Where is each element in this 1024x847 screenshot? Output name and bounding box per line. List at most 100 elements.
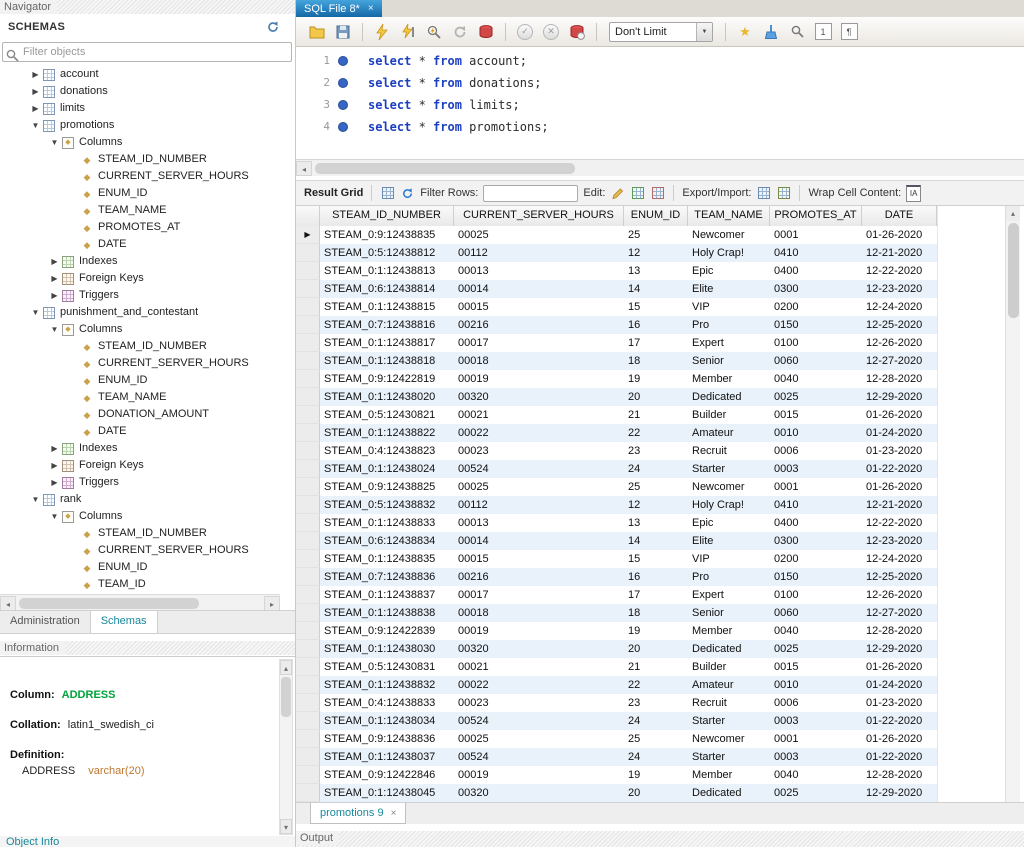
grid-cell[interactable]: 15 [624, 550, 688, 568]
grid-cell[interactable]: STEAM_0:1:12438835 [320, 550, 454, 568]
tree-item-current-server-hours[interactable]: ◆CURRENT_SERVER_HOURS [0, 355, 280, 372]
grid-cell[interactable]: 00014 [454, 280, 624, 298]
expand-arrow-icon[interactable]: ▶ [47, 253, 62, 270]
scrollbar-thumb[interactable] [1008, 223, 1019, 318]
row-header[interactable] [296, 442, 320, 460]
grid-cell[interactable]: 0400 [770, 262, 862, 280]
grid-cell[interactable]: 19 [624, 370, 688, 388]
grid-cell[interactable]: 12-22-2020 [862, 262, 937, 280]
tree-horizontal-scrollbar[interactable]: ◂ ▸ [0, 594, 280, 611]
export-recordset-icon[interactable] [756, 186, 771, 201]
row-header[interactable] [296, 712, 320, 730]
table-row[interactable]: STEAM_0:1:124388220002222Amateur001001-2… [296, 424, 937, 442]
grid-cell[interactable]: STEAM_0:5:12430831 [320, 658, 454, 676]
tree-item-columns[interactable]: ▼Columns [0, 134, 280, 151]
table-row[interactable]: STEAM_0:9:124228190001919Member004012-28… [296, 370, 937, 388]
grid-cell[interactable]: 19 [624, 622, 688, 640]
grid-cell[interactable]: 00017 [454, 334, 624, 352]
tree-item-enum-id[interactable]: ◆ENUM_ID [0, 372, 280, 389]
table-row[interactable]: STEAM_0:1:124380450032020Dedicated002512… [296, 784, 937, 802]
scrollbar-thumb[interactable] [315, 163, 575, 174]
execute-icon[interactable] [371, 21, 393, 43]
collapse-arrow-icon[interactable]: ▼ [28, 304, 43, 321]
wrap-cell-content-icon[interactable]: IA [906, 186, 921, 201]
tree-item-punishment-and-contestant[interactable]: ▼punishment_and_contestant [0, 304, 280, 321]
grid-cell[interactable]: 0001 [770, 226, 862, 244]
row-header[interactable] [296, 352, 320, 370]
grid-cell[interactable]: 0015 [770, 658, 862, 676]
grid-cell[interactable]: 0001 [770, 478, 862, 496]
grid-cell[interactable]: 12-26-2020 [862, 586, 937, 604]
tab-schemas[interactable]: Schemas [90, 611, 158, 633]
grid-cell[interactable]: 12-28-2020 [862, 622, 937, 640]
grid-cell[interactable]: 0025 [770, 784, 862, 802]
grid-cell[interactable]: 0025 [770, 388, 862, 406]
grid-cell[interactable]: 00320 [454, 640, 624, 658]
grid-cell[interactable]: 0040 [770, 766, 862, 784]
grid-cell[interactable]: 0060 [770, 352, 862, 370]
expand-arrow-icon[interactable]: ▶ [28, 100, 43, 117]
grid-cell[interactable]: 24 [624, 712, 688, 730]
close-icon[interactable]: × [391, 808, 397, 819]
grid-cell[interactable]: 01-26-2020 [862, 478, 937, 496]
grid-cell[interactable]: 00023 [454, 442, 624, 460]
collapse-arrow-icon[interactable]: ▼ [47, 134, 62, 151]
grid-cell[interactable]: 0040 [770, 370, 862, 388]
grid-cell[interactable]: STEAM_0:1:12438837 [320, 586, 454, 604]
tree-item-enum-id[interactable]: ◆ENUM_ID [0, 185, 280, 202]
grid-cell[interactable]: STEAM_0:1:12438813 [320, 262, 454, 280]
grid-column-header[interactable]: CURRENT_SERVER_HOURS [454, 206, 624, 226]
row-header[interactable] [296, 532, 320, 550]
expand-arrow-icon[interactable]: ▶ [47, 440, 62, 457]
tree-item-foreign-keys[interactable]: ▶Foreign Keys [0, 270, 280, 287]
grid-cell[interactable]: STEAM_0:1:12438815 [320, 298, 454, 316]
grid-cell[interactable]: 00025 [454, 226, 624, 244]
grid-cell[interactable]: 00112 [454, 244, 624, 262]
grid-cell[interactable]: 21 [624, 406, 688, 424]
grid-cell[interactable]: 01-26-2020 [862, 406, 937, 424]
grid-cell[interactable]: STEAM_0:6:12438834 [320, 532, 454, 550]
editor-horizontal-scrollbar[interactable]: ◂ [296, 159, 1024, 176]
grid-cell[interactable]: 0300 [770, 280, 862, 298]
grid-cell[interactable]: 12-21-2020 [862, 496, 937, 514]
open-file-icon[interactable] [306, 21, 328, 43]
grid-cell[interactable]: 22 [624, 676, 688, 694]
table-row[interactable]: STEAM_0:1:124388170001717Expert010012-26… [296, 334, 937, 352]
grid-cell[interactable]: 00018 [454, 604, 624, 622]
tree-item-donation-amount[interactable]: ◆DONATION_AMOUNT [0, 406, 280, 423]
grid-cell[interactable]: 00018 [454, 352, 624, 370]
grid-cell[interactable]: 24 [624, 748, 688, 766]
grid-cell[interactable]: 00014 [454, 532, 624, 550]
grid-cell[interactable]: 0010 [770, 676, 862, 694]
grid-cell[interactable]: 00524 [454, 748, 624, 766]
row-header[interactable] [296, 298, 320, 316]
wrap-text-icon[interactable]: ¶ [838, 21, 860, 43]
table-row[interactable]: STEAM_0:9:124228460001919Member004012-28… [296, 766, 937, 784]
tree-item-team-name[interactable]: ◆TEAM_NAME [0, 389, 280, 406]
grid-view-icon[interactable] [380, 186, 395, 201]
grid-cell[interactable]: 01-23-2020 [862, 694, 937, 712]
grid-cell[interactable]: 12-24-2020 [862, 550, 937, 568]
tree-item-triggers[interactable]: ▶Triggers [0, 474, 280, 491]
tree-item-team-id[interactable]: ◆TEAM_ID [0, 576, 280, 593]
grid-cell[interactable]: Member [688, 766, 770, 784]
row-header[interactable] [296, 262, 320, 280]
grid-cell[interactable]: 20 [624, 388, 688, 406]
grid-cell[interactable]: 00019 [454, 622, 624, 640]
row-header[interactable] [296, 640, 320, 658]
grid-cell[interactable]: 01-26-2020 [862, 658, 937, 676]
tree-item-account[interactable]: ▶account [0, 66, 280, 83]
tree-item-promotions[interactable]: ▼promotions [0, 117, 280, 134]
grid-cell[interactable]: Dedicated [688, 388, 770, 406]
sql-line[interactable]: 1select * from account; [296, 50, 1024, 72]
row-header[interactable] [296, 784, 320, 802]
grid-cell[interactable]: 00216 [454, 316, 624, 334]
grid-cell[interactable]: 13 [624, 262, 688, 280]
tree-item-foreign-keys[interactable]: ▶Foreign Keys [0, 457, 280, 474]
scroll-left-icon[interactable]: ◂ [296, 161, 312, 176]
row-header[interactable] [296, 316, 320, 334]
row-header[interactable] [296, 550, 320, 568]
refresh-schemas-icon[interactable] [265, 19, 281, 35]
table-row[interactable]: STEAM_0:1:124380300032020Dedicated002512… [296, 640, 937, 658]
grid-cell[interactable]: 00021 [454, 658, 624, 676]
